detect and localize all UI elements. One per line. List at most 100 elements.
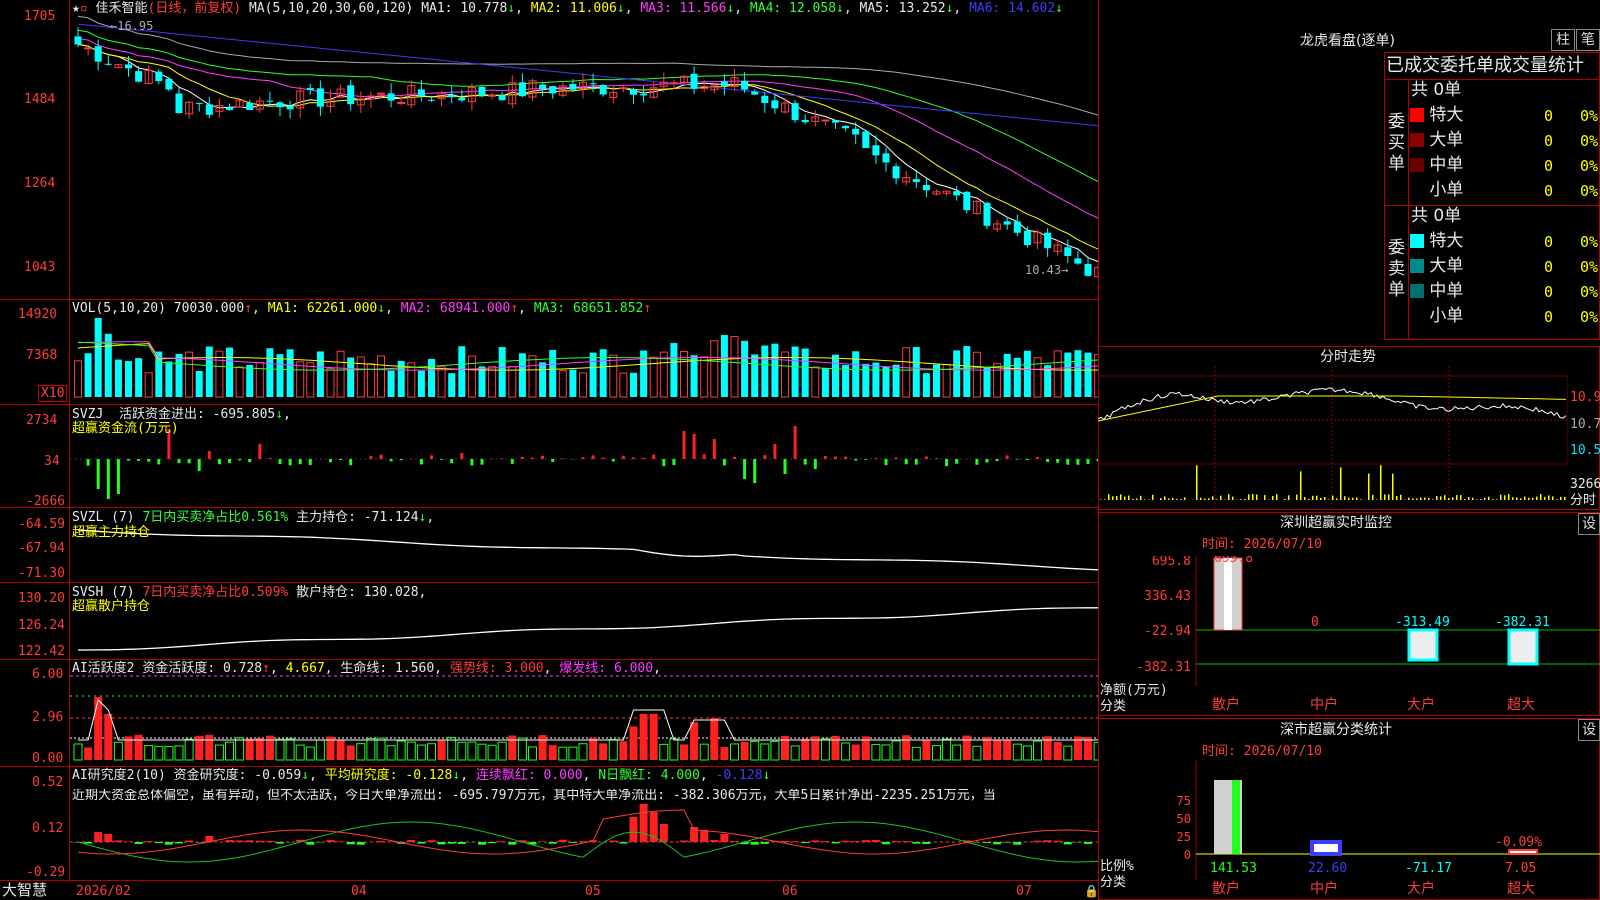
volume-bar	[922, 373, 930, 397]
ai-active-header: AI活跃度2 资金活跃度: 0.728↑, 4.667, 生命线: 1.560,…	[72, 661, 661, 676]
volume-bar	[1053, 350, 1062, 398]
lock-icon[interactable]: 🔒	[1084, 885, 1099, 897]
svzj-bar	[682, 431, 686, 459]
research-bar	[791, 841, 800, 842]
svzj-bar	[995, 459, 999, 462]
row-count: 0	[1544, 283, 1554, 301]
intraday-volume-bar	[1368, 473, 1370, 500]
star-icon[interactable]: ★	[72, 1, 80, 16]
volume-bar	[306, 362, 315, 398]
ai-active-bar	[851, 744, 860, 760]
stock-name[interactable]: 佳禾智能	[95, 1, 147, 16]
intraday-chart[interactable]	[1098, 366, 1568, 510]
svzj-bar	[1086, 459, 1090, 465]
sz-monitor-settings-button[interactable]: 设	[1578, 513, 1600, 535]
volume-bar	[741, 340, 749, 397]
svzj-bar	[864, 459, 868, 460]
svzj-bar	[96, 459, 100, 489]
volume-bar	[599, 349, 607, 397]
ai-active-bar	[487, 744, 497, 761]
ma6-value: MA6: 14.602	[969, 1, 1056, 16]
candle-body	[599, 84, 607, 95]
sz-value-label: -382.31	[1495, 615, 1550, 630]
candle-body	[630, 89, 637, 95]
intraday-volume-bar	[1320, 497, 1322, 500]
row-pct: 0%	[1580, 308, 1599, 326]
volume-bar	[609, 354, 618, 398]
sz-class-title: 深市超赢分类统计	[1280, 722, 1392, 738]
legend-swatch	[1410, 133, 1424, 147]
candle-body	[801, 119, 809, 123]
candle-body	[306, 87, 314, 90]
research-bar	[579, 841, 587, 842]
class-value-label: 141.53	[1210, 861, 1257, 876]
research-bar	[538, 841, 547, 842]
svzj-bar	[924, 456, 928, 459]
volume-bar	[791, 346, 799, 397]
candle-body	[761, 95, 769, 103]
svzj-bar	[985, 459, 989, 463]
ai-active-bar	[639, 713, 648, 760]
research-bar	[336, 841, 345, 842]
research-bar	[276, 842, 284, 844]
sz-monitor-title: 深圳超赢实时监控	[1280, 515, 1392, 531]
vol-scale-badge[interactable]: X10	[38, 385, 68, 402]
volume-bar	[488, 366, 497, 398]
ai-active-bar	[225, 741, 234, 761]
candle-body	[94, 46, 102, 62]
row-count: 0	[1544, 258, 1554, 276]
candle-body	[104, 63, 112, 65]
research-bar	[831, 842, 840, 844]
ai-active-bar	[205, 734, 214, 760]
research-bar	[235, 840, 244, 842]
svzj-bar	[935, 458, 938, 459]
row-label: 中单	[1429, 281, 1464, 301]
volume-bar	[781, 351, 789, 398]
ai-active-bar	[841, 742, 851, 761]
intraday-volume-bar	[1120, 494, 1122, 500]
intraday-volume-bar	[1468, 497, 1470, 500]
intraday-volume-bar	[1408, 497, 1410, 500]
sz-class-settings-button[interactable]: 设	[1578, 719, 1600, 741]
legend-swatch	[1410, 309, 1424, 323]
svzj-axis-label: 34	[44, 454, 60, 469]
sz-category-label: 超大	[1507, 697, 1535, 713]
order-stats-title: 已成交委托单成交量统计	[1386, 55, 1584, 76]
svzj-bar	[955, 459, 959, 464]
bar-mode-button[interactable]: 柱	[1551, 29, 1575, 51]
low-price-label: 10.43→	[1025, 263, 1069, 277]
period-label[interactable]: (日线，前复权)	[148, 1, 242, 16]
ai-active-line	[78, 699, 1098, 741]
brand-logo[interactable]: 大智慧	[2, 883, 47, 898]
candle-body	[1074, 258, 1082, 264]
research-bar	[225, 840, 234, 842]
sz-axis-label: 695.8	[1152, 556, 1191, 569]
intraday-volume-bar	[1152, 494, 1154, 500]
ai-active-bar	[538, 735, 547, 760]
intraday-volume-bar	[1352, 497, 1354, 500]
intraday-volume-bar	[1512, 497, 1514, 500]
volume-bar	[993, 363, 1002, 398]
candle-body	[84, 47, 93, 50]
research-bar	[508, 842, 517, 845]
row-pct: 0%	[1580, 107, 1599, 125]
kline-chart-canvas[interactable]	[0, 0, 1098, 900]
candle-body	[266, 100, 274, 102]
svzj-bar	[187, 459, 191, 464]
ai-active-bar	[669, 738, 679, 761]
svzj-bar	[470, 459, 474, 466]
ai-research-title: AI研究度2(10)	[72, 768, 166, 783]
ai-active-bar	[144, 745, 154, 761]
svzj-bar	[531, 457, 534, 459]
candle-body	[518, 82, 526, 97]
svzj-bar	[733, 456, 736, 459]
legend-swatch	[1410, 108, 1424, 122]
vol-ma2: MA2: 68941.000	[400, 301, 511, 316]
research-bar	[1003, 842, 1012, 843]
tick-mode-button[interactable]: 笔	[1576, 29, 1600, 51]
ai-research-last: -0.128	[715, 768, 763, 783]
svzj-bar	[662, 459, 666, 467]
sz-category-label: 中户	[1310, 696, 1338, 713]
ai-life-line: 生命线: 1.560	[340, 661, 435, 676]
intraday-volume-bar	[1436, 496, 1438, 500]
